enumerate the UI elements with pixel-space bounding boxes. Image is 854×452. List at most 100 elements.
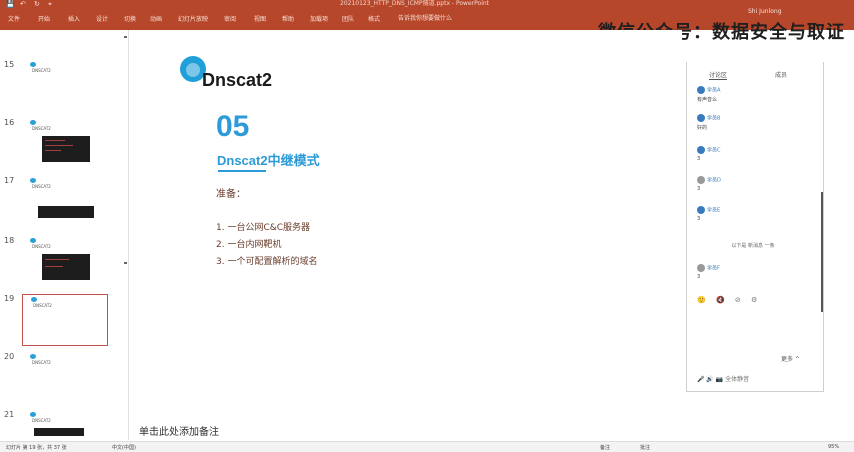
user-name[interactable]: Shi Junlong [748,8,782,15]
tab-review[interactable]: 审阅 [224,14,236,23]
thumb-terminal-image [42,254,90,280]
section-number: 05 [216,110,250,143]
touch-mode-icon[interactable]: ⌖ [48,0,52,8]
discussion-panel: 讨论区 成员 学员A 有声音么 学员B 好的 学员C 3 学员D 3 学员E 3… [686,62,824,392]
comment-author: 学员C [707,147,721,154]
comment-action-icons[interactable]: 🙂 🔇 ⊘ ⚙ [697,296,757,304]
tab-file[interactable]: 文件 [8,14,20,23]
tab-help[interactable]: 帮助 [282,14,294,23]
meeting-controls[interactable]: 🎤 🔊 📷 全体静音 [697,374,749,383]
panel-scrollbar[interactable] [821,192,823,312]
comment-author: 学员E [707,207,721,214]
comment-author: 学员D [707,177,721,184]
slide-thumbnail[interactable]: DNSCAT2 [22,60,108,108]
thumb-terminal-image [38,206,94,218]
avatar [697,264,705,272]
thumb-title: DNSCAT2 [33,303,52,308]
slide-number: 18 [4,236,15,245]
tab-design[interactable]: 设计 [96,14,108,23]
thumb-title: DNSCAT2 [32,184,51,189]
notes-button[interactable]: 备注 [600,444,610,451]
zoom-level[interactable]: 95% [828,444,839,450]
comment-author: 学员A [707,87,721,94]
tab-animations[interactable]: 动画 [150,14,162,23]
comment-author: 学员B [707,115,721,122]
tell-me-search[interactable]: 告诉我你想要做什么 [398,13,452,22]
thumb-logo-icon [30,62,36,67]
slide-number: 19 [4,294,15,303]
thumb-terminal-image [42,136,90,162]
tab-view[interactable]: 视图 [254,14,266,23]
thumb-logo-icon [30,412,36,417]
thumbnail-scroll-marker[interactable] [124,36,127,38]
slide-thumbnail[interactable]: DNSCAT2 [22,410,108,438]
comment-item: 学员F 3 [697,264,720,280]
comment-text: 3 [697,186,701,192]
slide-canvas[interactable]: Dnscat2 05 Dnscat2中继模式 准备： 1. 一台公网C&C服务器… [134,30,682,420]
slide-thumbnail[interactable]: DNSCAT2 [22,118,108,166]
tab-members[interactable]: 成员 [775,70,787,79]
comment-item: 学员C 3 [697,146,721,162]
thumb-title: DNSCAT2 [32,360,51,365]
more-button[interactable]: 更多 ^ [781,354,800,363]
dnscat2-logo-highlight [186,63,200,77]
tab-format[interactable]: 格式 [368,14,380,23]
thumb-logo-icon [30,178,36,183]
slide-thumbnail-pane[interactable]: 15 DNSCAT2 16 DNSCAT2 17 DNSCAT2 18 DNSC… [0,30,128,440]
thumb-title: DNSCAT2 [32,418,51,423]
tab-addins[interactable]: 加载项 [310,14,328,23]
avatar [697,176,705,184]
comment-author: 学员F [707,265,720,272]
thumb-title: DNSCAT2 [32,68,51,73]
comment-item: 学员D 3 [697,176,721,192]
notes-placeholder[interactable]: 单击此处添加备注 [139,423,219,438]
slide-thumbnail[interactable]: DNSCAT2 [22,176,108,224]
tab-slideshow[interactable]: 幻灯片放映 [178,14,208,23]
discussion-tabs: 讨论区 成员 [687,70,823,82]
avatar [697,146,705,154]
thumb-logo-icon [31,297,37,302]
tab-home[interactable]: 开始 [38,14,50,23]
list-item: 2. 一台内网靶机 [216,240,282,250]
comment-text: 3 [697,156,701,162]
avatar [697,86,705,94]
language-indicator[interactable]: 中文(中国) [112,444,136,451]
title-bar: 💾 ↶ ↻ ⌖ 20210123_HTTP_DNS_ICMP隧道.pptx - … [0,0,854,8]
thumb-logo-icon [30,238,36,243]
comments-button[interactable]: 批注 [640,444,650,451]
list-item: 1. 一台公网C&C服务器 [216,223,311,233]
section-title: Dnscat2中继模式 [217,153,320,168]
logo-text: Dnscat2 [202,70,273,90]
slide-number: 20 [4,352,15,361]
save-icon[interactable]: 💾 [6,0,15,8]
thumbnail-scroll-marker[interactable] [124,262,127,264]
window-title: 20210123_HTTP_DNS_ICMP隧道.pptx - PowerPoi… [340,0,490,7]
tab-transitions[interactable]: 切换 [124,14,136,23]
slide-number: 16 [4,118,15,127]
undo-icon[interactable]: ↶ [20,0,26,8]
comment-item: 学员B 好的 [697,114,720,131]
comment-item: 学员A 有声音么 [697,86,720,103]
slide-thumbnail[interactable]: DNSCAT2 [22,352,108,400]
slide-number: 17 [4,176,15,185]
slide-thumbnail-selected[interactable]: DNSCAT2 [22,294,108,346]
status-bar: 幻灯片 第 19 张，共 37 张 中文(中国) 备注 批注 95% [0,441,854,452]
prep-label: 准备： [216,189,246,200]
redo-icon[interactable]: ↻ [34,0,40,8]
thumb-logo-icon [30,354,36,359]
thumb-title: DNSCAT2 [32,126,51,131]
tab-insert[interactable]: 插入 [68,14,80,23]
slide-number: 21 [4,410,15,419]
comment-item: 学员E 3 [697,206,720,222]
tab-discussion[interactable]: 讨论区 [709,70,728,80]
pane-divider[interactable] [128,30,129,440]
new-messages-separator: 以下是 新消息 一条 [731,243,775,249]
requirements-list: 1. 一台公网C&C服务器 2. 一台内网靶机 3. 一个可配置解析的域名 [216,220,317,271]
slide-thumbnail[interactable]: DNSCAT2 [22,236,108,284]
thumb-title: DNSCAT2 [32,244,51,249]
title-underline [218,170,266,172]
avatar [697,206,705,214]
comment-text: 3 [697,216,701,222]
tab-team[interactable]: 团队 [342,14,354,23]
comment-text: 有声音么 [697,97,718,103]
